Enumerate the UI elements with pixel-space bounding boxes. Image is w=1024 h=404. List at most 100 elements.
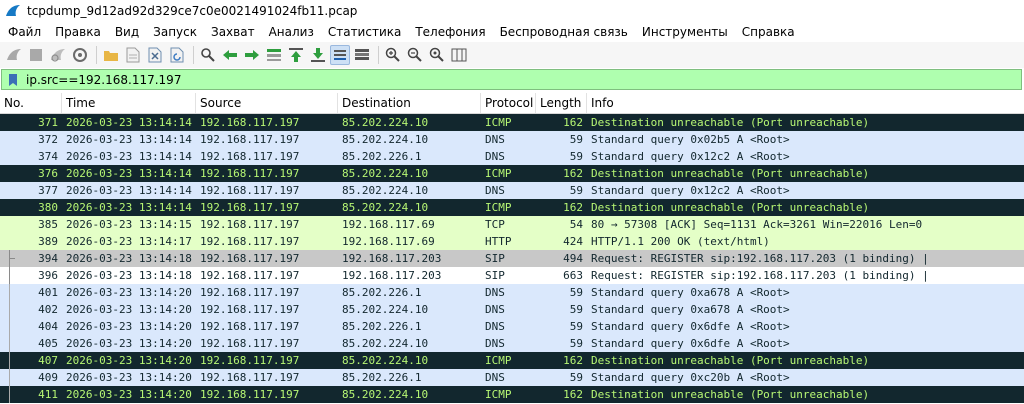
- packet-info: Destination unreachable (Port unreachabl…: [591, 116, 870, 129]
- packet-length: 59: [569, 133, 583, 146]
- table-row[interactable]: 389 2026-03-23 13:14:17 192.168.117.197 192…: [0, 233, 1024, 250]
- table-row[interactable]: 380 2026-03-23 13:14:14 192.168.117.197 85.…: [0, 199, 1024, 216]
- close-file-icon[interactable]: [145, 45, 165, 65]
- column-header-no[interactable]: No.: [0, 93, 62, 113]
- menu-wireless[interactable]: Беспроводная связь: [493, 25, 635, 39]
- capture-options-icon[interactable]: [70, 45, 90, 65]
- menu-edit[interactable]: Правка: [48, 25, 108, 39]
- packet-protocol: DNS: [485, 286, 505, 299]
- colorize-icon[interactable]: [352, 45, 372, 65]
- zoom-in-icon[interactable]: [383, 45, 403, 65]
- packet-source: 192.168.117.197: [200, 337, 300, 350]
- table-row[interactable]: 402 2026-03-23 13:14:20 192.168.117.197 85.…: [0, 301, 1024, 318]
- table-row[interactable]: 377 2026-03-23 13:14:14 192.168.117.197 85.…: [0, 182, 1024, 199]
- menu-tools[interactable]: Инструменты: [635, 25, 735, 39]
- menu-statistics[interactable]: Статистика: [321, 25, 409, 39]
- table-row[interactable]: 376 2026-03-23 13:14:14 192.168.117.197 85.…: [0, 165, 1024, 182]
- packet-no: 389: [38, 235, 58, 248]
- table-row[interactable]: 407 2026-03-23 13:14:20 192.168.117.197 85.…: [0, 352, 1024, 369]
- menu-go[interactable]: Запуск: [146, 25, 204, 39]
- packet-length: 494: [563, 252, 583, 265]
- packet-source: 192.168.117.197: [200, 184, 300, 197]
- packet-protocol: SIP: [485, 269, 505, 282]
- reload-icon[interactable]: [167, 45, 187, 65]
- related-packet-marker: [9, 258, 15, 259]
- back-arrow-icon[interactable]: [220, 45, 240, 65]
- goto-packet-icon[interactable]: [264, 45, 284, 65]
- find-icon[interactable]: [198, 45, 218, 65]
- restart-fin-icon[interactable]: [48, 45, 68, 65]
- packet-protocol: TCP: [485, 218, 505, 231]
- shark-fin-start-icon[interactable]: [4, 45, 24, 65]
- column-header-source[interactable]: Source: [196, 93, 338, 113]
- zoom-out-icon[interactable]: [405, 45, 425, 65]
- table-row[interactable]: 394 2026-03-23 13:14:18 192.168.117.197 192…: [0, 250, 1024, 267]
- packet-source: 192.168.117.197: [200, 235, 300, 248]
- forward-arrow-icon[interactable]: [242, 45, 262, 65]
- packet-length: 424: [563, 235, 583, 248]
- packet-info: Standard query 0xa678 A <Root>: [591, 303, 790, 316]
- table-row[interactable]: 371 2026-03-23 13:14:14 192.168.117.197 85.…: [0, 114, 1024, 131]
- menu-view[interactable]: Вид: [108, 25, 146, 39]
- display-filter-input[interactable]: [26, 72, 926, 87]
- packet-source: 192.168.117.197: [200, 133, 300, 146]
- bookmark-icon[interactable]: [8, 73, 18, 87]
- zoom-normal-icon[interactable]: [427, 45, 447, 65]
- last-packet-icon[interactable]: [308, 45, 328, 65]
- packet-destination: 85.202.224.10: [342, 184, 429, 197]
- packet-length: 59: [569, 303, 583, 316]
- save-file-icon[interactable]: [123, 45, 143, 65]
- packet-protocol: DNS: [485, 184, 505, 197]
- packet-protocol: HTTP: [485, 235, 512, 248]
- column-header-info[interactable]: Info: [587, 93, 1024, 113]
- column-header-protocol[interactable]: Protocol: [481, 93, 536, 113]
- table-row[interactable]: 372 2026-03-23 13:14:14 192.168.117.197 85.…: [0, 131, 1024, 148]
- main-toolbar: [0, 42, 1024, 68]
- packet-length: 663: [563, 269, 583, 282]
- open-folder-icon[interactable]: [101, 45, 121, 65]
- table-row[interactable]: 404 2026-03-23 13:14:20 192.168.117.197 85.…: [0, 318, 1024, 335]
- menu-telephony[interactable]: Телефония: [408, 25, 492, 39]
- packet-list-header: No. Time Source Destination Protocol Len…: [0, 93, 1024, 114]
- packet-length: 59: [569, 184, 583, 197]
- packet-length: 59: [569, 286, 583, 299]
- stop-square-icon[interactable]: [26, 45, 46, 65]
- menu-file[interactable]: Файл: [0, 25, 48, 39]
- packet-time: 2026-03-23 13:14:20: [66, 388, 192, 401]
- column-header-length[interactable]: Length: [536, 93, 587, 113]
- related-packet-line: [9, 301, 10, 318]
- table-row[interactable]: 409 2026-03-23 13:14:20 192.168.117.197 85.…: [0, 369, 1024, 386]
- column-header-destination[interactable]: Destination: [338, 93, 481, 113]
- first-packet-icon[interactable]: [286, 45, 306, 65]
- related-packet-line: [9, 386, 10, 403]
- packet-info: Destination unreachable (Port unreachabl…: [591, 201, 870, 214]
- table-row[interactable]: 405 2026-03-23 13:14:20 192.168.117.197 85.…: [0, 335, 1024, 352]
- packet-source: 192.168.117.197: [200, 371, 300, 384]
- table-row[interactable]: 385 2026-03-23 13:14:15 192.168.117.197 192…: [0, 216, 1024, 233]
- packet-destination: 85.202.224.10: [342, 133, 429, 146]
- table-row[interactable]: 401 2026-03-23 13:14:20 192.168.117.197 85.…: [0, 284, 1024, 301]
- autoscroll-icon[interactable]: [330, 45, 350, 65]
- menu-analyze[interactable]: Анализ: [262, 25, 321, 39]
- packet-source: 192.168.117.197: [200, 252, 300, 265]
- packet-time: 2026-03-23 13:14:20: [66, 303, 192, 316]
- menu-help[interactable]: Справка: [735, 25, 802, 39]
- packet-source: 192.168.117.197: [200, 286, 300, 299]
- table-row[interactable]: 411 2026-03-23 13:14:20 192.168.117.197 85.…: [0, 386, 1024, 403]
- packet-protocol: DNS: [485, 320, 505, 333]
- packet-info: Destination unreachable (Port unreachabl…: [591, 388, 870, 401]
- table-row[interactable]: 374 2026-03-23 13:14:14 192.168.117.197 85.…: [0, 148, 1024, 165]
- related-packet-line: [9, 267, 10, 284]
- packet-time: 2026-03-23 13:14:20: [66, 354, 192, 367]
- window-title: tcpdump_9d12ad92d329ce7c0e0021491024fb11…: [27, 4, 358, 18]
- packet-no: 371: [38, 116, 58, 129]
- column-header-time[interactable]: Time: [62, 93, 196, 113]
- packet-destination: 85.202.224.10: [342, 116, 429, 129]
- table-row[interactable]: 396 2026-03-23 13:14:18 192.168.117.197 192…: [0, 267, 1024, 284]
- packet-destination: 85.202.226.1: [342, 150, 422, 163]
- menu-capture[interactable]: Захват: [204, 25, 262, 39]
- packet-destination: 85.202.224.10: [342, 354, 429, 367]
- packet-protocol: DNS: [485, 150, 505, 163]
- resize-columns-icon[interactable]: [449, 45, 469, 65]
- packet-destination: 85.202.226.1: [342, 286, 422, 299]
